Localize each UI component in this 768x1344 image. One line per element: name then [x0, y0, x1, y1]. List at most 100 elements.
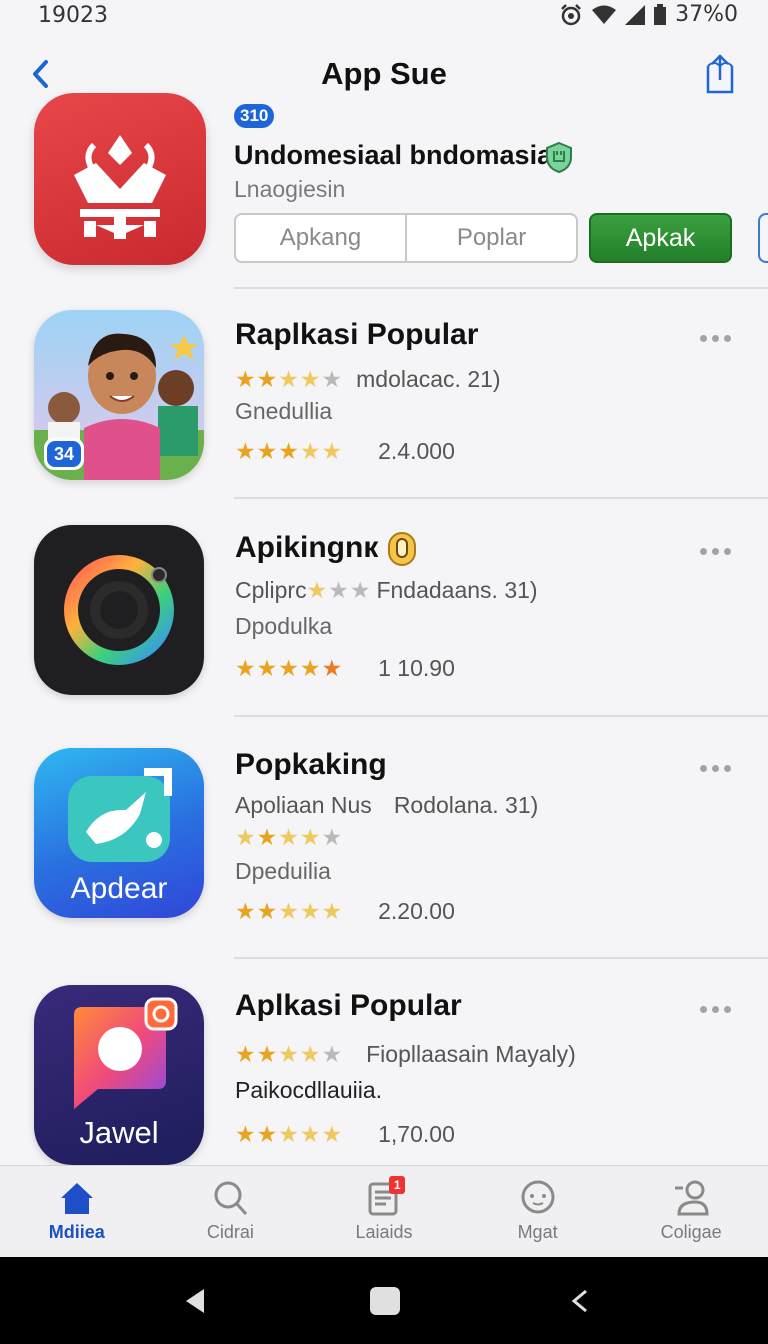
app-title-text: Apikingnк — [235, 531, 379, 564]
star-icon: ★ — [278, 824, 299, 850]
version-badge: 310 — [234, 104, 275, 128]
star-icon: ★ — [306, 577, 328, 603]
system-nav-bar — [0, 1257, 768, 1344]
star-icon: ★ — [321, 366, 343, 392]
system-back-icon[interactable] — [182, 1287, 208, 1315]
more-button[interactable] — [700, 328, 734, 348]
star-icon: ★ — [321, 824, 343, 850]
tab-bar: Mdiiea Cidrai 1 Laiaids Mgat Coligae — [0, 1165, 768, 1257]
app-meta-line: ★ ★ ★ ★ ★ mdolacac. 21) — [235, 366, 501, 393]
app-icon[interactable] — [34, 525, 204, 695]
wifi-icon — [592, 5, 617, 24]
primary-action-button[interactable]: Apkak — [589, 213, 732, 263]
star-icon: ★ — [299, 1121, 321, 1147]
app-icon[interactable]: Jawel — [34, 985, 204, 1165]
status-bar: 19023 37%0 — [0, 0, 768, 30]
mouse-badge-icon — [387, 532, 416, 567]
rating-value: 1 10.90 — [378, 655, 455, 681]
star-icon: ★ — [349, 577, 371, 603]
rating-value: 2.20.00 — [378, 898, 455, 924]
star-icon: ★ — [235, 438, 256, 464]
rating-stars: ★ ★ ★ ★ ★ — [235, 826, 342, 849]
rating-stars: ★ ★ ★ ★ ★ — [235, 657, 342, 680]
star-icon: ★ — [278, 655, 299, 681]
system-home-button[interactable] — [370, 1287, 400, 1315]
star-icon: ★ — [299, 655, 321, 681]
star-icon: ★ — [321, 1041, 343, 1067]
app-category: Dpeduilia — [235, 858, 331, 884]
star-icon: ★ — [299, 438, 321, 464]
segmented-control: Apkang Poplar — [234, 213, 578, 263]
battery-percent: 37%0 — [675, 2, 738, 27]
tab-label: Laiaids — [355, 1222, 413, 1242]
star-icon: ★ — [278, 1121, 299, 1147]
star-icon: ★ — [256, 366, 278, 392]
more-button[interactable] — [700, 999, 734, 1019]
tab-label: Mgat — [517, 1222, 558, 1242]
tab-home[interactable]: Mdiiea — [0, 1166, 154, 1257]
star-icon: ★ — [328, 577, 349, 603]
app-meta-stars: ★ ★ ★ ★ ★ — [235, 826, 342, 849]
app-meta-line: Cpliprc ★ ★ ★ Fndadaans. 31) — [235, 577, 538, 604]
rating-stars: ★ ★ ★ — [307, 579, 371, 602]
rating-stars: ★ ★ ★ ★ ★ — [235, 440, 342, 463]
app-title: Popkaking — [235, 748, 387, 781]
star-icon: ★ — [299, 824, 321, 850]
rating-line: ★ ★ ★ ★ ★ 1 10.90 — [235, 655, 455, 682]
star-icon: ★ — [256, 655, 278, 681]
star-icon: ★ — [278, 898, 299, 924]
tab-updates[interactable]: 1 Laiaids — [307, 1166, 461, 1257]
star-icon: ★ — [235, 366, 256, 392]
app-meta-text: Fndadaans. 31) — [376, 577, 538, 603]
system-recent-icon[interactable] — [568, 1287, 592, 1315]
segment-poplar[interactable]: Poplar — [405, 215, 576, 261]
share-icon — [706, 54, 734, 94]
lotus-crown-icon — [74, 135, 166, 239]
tab-label: Coligae — [660, 1222, 722, 1242]
more-button[interactable] — [700, 541, 734, 561]
app-category: Gnedullia — [235, 398, 333, 424]
age-badge: 34 — [47, 441, 81, 467]
tab-profile[interactable]: Coligae — [614, 1166, 768, 1257]
person-icon — [675, 1180, 709, 1216]
star-icon: ★ — [256, 898, 278, 924]
rating-line: ★ ★ ★ ★ ★ 2.20.00 — [235, 898, 455, 925]
app-meta-line: Apoliaan Nus Rodolana. 31) — [235, 792, 538, 819]
star-icon: ★ — [278, 1041, 299, 1067]
home-icon — [60, 1183, 93, 1214]
tab-label: Mdiiea — [48, 1222, 105, 1242]
app-category: Paikocdllauiia. — [235, 1077, 383, 1103]
overflow-chip[interactable] — [758, 213, 768, 263]
star-icon: ★ — [235, 1121, 256, 1147]
rating-stars: ★ ★ ★ ★ ★ — [235, 900, 342, 923]
star-icon: ★ — [256, 1121, 278, 1147]
tab-search[interactable]: Cidrai — [154, 1166, 308, 1257]
app-meta-prefix: Apoliaan Nus — [235, 792, 372, 818]
featured-app-title: Undomesiaal bndomasia — [234, 140, 553, 170]
notification-badge: 1 — [389, 1176, 406, 1194]
featured-app-subtitle: Lnaogiesin — [234, 176, 346, 202]
divider — [234, 957, 768, 959]
chat-icon — [521, 1180, 555, 1214]
app-icon-label: Apdear — [70, 872, 168, 905]
star-icon: ★ — [299, 1041, 321, 1067]
divider — [234, 497, 768, 499]
share-button[interactable] — [700, 52, 740, 96]
app-icon[interactable]: Apdear — [34, 748, 204, 918]
more-button[interactable] — [700, 758, 734, 778]
camera-bubble-icon — [74, 997, 178, 1109]
app-title: Aplkasi Popular — [235, 989, 462, 1022]
rating-line: ★ ★ ★ ★ ★ 2.4.000 — [235, 438, 455, 465]
star-icon: ★ — [278, 438, 299, 464]
star-icon: ★ — [321, 438, 343, 464]
app-title: Apikingnк — [235, 531, 417, 567]
tab-chat[interactable]: Mgat — [461, 1166, 615, 1257]
app-icon[interactable]: 34 — [34, 310, 204, 480]
featured-app-icon[interactable] — [34, 93, 206, 265]
star-icon: ★ — [235, 1041, 256, 1067]
app-meta-prefix: Cpliprc — [235, 577, 307, 603]
star-icon: ★ — [256, 1041, 278, 1067]
app-meta-text: Fiopllaasain Mayaly) — [366, 1041, 576, 1067]
divider — [234, 715, 768, 717]
segment-apkang[interactable]: Apkang — [236, 215, 405, 261]
